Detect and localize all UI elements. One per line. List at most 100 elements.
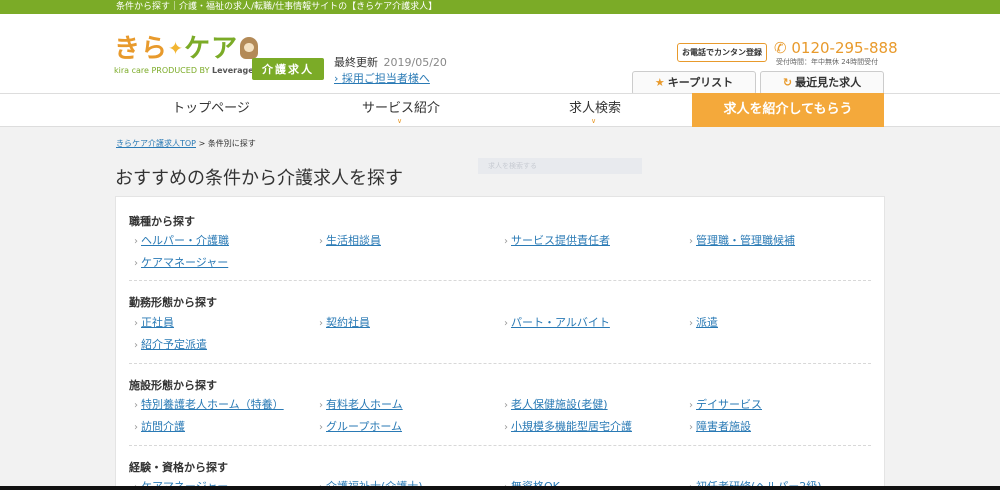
logo-tagline-produced: PRODUCED BY [151,65,210,75]
section-title-qualification: 経験・資格から探す [129,461,228,474]
phone-register-button[interactable]: お電話でカンタン登録 [677,43,767,62]
site-header: きら✦ケア kira care PRODUCED BY Leverages 介護… [0,14,1000,95]
last-updated-label: 最終更新 [334,56,378,69]
logo-wordmark-kira: きら [114,34,169,64]
link-group-home[interactable]: › グループホーム [319,418,402,434]
chevron-right-icon: › [319,422,323,433]
phone-number[interactable]: ✆ 0120-295-888 [774,39,898,57]
section-divider [129,280,871,281]
top-announcement-text: 条件から探す｜介護・福祉の求人/転職/仕事情報サイトの【きらケア介護求人】 [116,2,438,12]
chevron-right-icon: › [504,236,508,247]
link-label: 生活相談員 [326,234,381,247]
breadcrumb-home[interactable]: きらケア介護求人TOP [116,139,196,148]
chevron-right-icon: › [689,318,693,329]
nav-top-page-label: トップページ [172,101,250,116]
phone-hours: 受付時間：年中無休 24時間受付 [776,58,879,66]
link-label: 小規模多機能型居宅介護 [511,420,632,433]
nav-job-search[interactable]: 求人検索 ∨ [500,94,690,126]
top-announcement-bar: 条件から探す｜介護・福祉の求人/転職/仕事情報サイトの【きらケア介護求人】 [0,0,1000,14]
link-home-care[interactable]: › 訪問介護 [134,418,185,434]
logo-tagline: kira care PRODUCED BY Leverages [114,65,258,75]
nav-request-jobs-cta[interactable]: 求人を紹介してもらう [692,93,884,127]
chevron-right-icon: › [689,400,693,411]
link-label: パート・アルバイト [511,316,610,329]
chevron-right-icon: › [319,318,323,329]
link-geriatric-health-facility[interactable]: › 老人保健施設(老健) [504,396,608,412]
link-label: サービス提供責任者 [511,234,610,247]
link-day-service[interactable]: › デイサービス [689,396,762,412]
condition-panel: 職種から探す › ヘルパー・介護職 › 生活相談員 › サービス提供責任者 › 管理職・… [115,196,885,490]
link-label: 契約社員 [326,316,370,329]
chevron-right-icon: › [319,400,323,411]
nav-service-intro[interactable]: サービス紹介 ∨ [306,94,496,126]
link-label: 障害者施設 [696,420,751,433]
section-title-facility: 施設形態から探す [129,379,217,392]
section-divider [129,363,871,364]
nav-top-page[interactable]: トップページ [116,94,306,126]
chevron-right-icon: › [134,400,138,411]
chevron-right-icon: › [319,236,323,247]
link-service-provider-manager[interactable]: › サービス提供責任者 [504,232,610,248]
link-label: デイサービス [696,398,762,411]
link-contract[interactable]: › 契約社員 [319,314,370,330]
keep-list-label: キープリスト [667,76,734,89]
chevron-right-icon: › [134,340,138,351]
link-disability-facility[interactable]: › 障害者施設 [689,418,751,434]
recently-viewed-button[interactable]: ↻ 最近見た求人 [760,71,884,95]
link-label: 管理職・管理職候補 [696,234,795,247]
link-part-time[interactable]: › パート・アルバイト [504,314,610,330]
nav-service-intro-label: サービス紹介 [361,101,440,116]
link-paid-nursing-home[interactable]: › 有料老人ホーム [319,396,403,412]
chevron-right-icon: › [689,236,693,247]
mascot-otter-icon [240,37,259,59]
window-bottom-edge [0,486,1000,490]
chevron-right-icon: › [334,72,342,85]
breadcrumb: きらケア介護求人TOP > 条件別に探す [116,138,256,149]
keep-list-button[interactable]: ★ キープリスト [632,71,756,95]
link-care-manager[interactable]: › ケアマネージャー [134,254,228,270]
logo-tagline-brand: kira care [114,65,149,75]
search-ghost-overlay: 求人を検索する [478,158,642,174]
chevron-right-icon: › [504,422,508,433]
history-icon: ↻ [782,76,793,89]
link-label: 老人保健施設(老健) [511,398,608,411]
link-dispatch[interactable]: › 派遣 [689,314,718,330]
chevron-right-icon: › [134,422,138,433]
link-temp-to-perm[interactable]: › 紹介予定派遣 [134,336,207,352]
link-label: 正社員 [141,316,174,329]
chevron-right-icon: › [504,318,508,329]
breadcrumb-current: 条件別に探す [207,139,256,148]
link-label: 訪問介護 [141,420,185,433]
last-updated: 最終更新 2019/05/20 [334,54,447,70]
section-divider [129,445,871,446]
link-full-time[interactable]: › 正社員 [134,314,174,330]
page-title: おすすめの条件から介護求人を探す [115,168,403,189]
chevron-down-icon: ∨ [591,117,597,125]
chevron-right-icon: › [134,318,138,329]
phone-icon: ✆ [774,39,787,57]
recently-viewed-label: 最近見た求人 [795,76,862,89]
link-label: グループホーム [326,420,403,433]
chevron-right-icon: › [134,236,138,247]
link-small-multifunctional-care[interactable]: › 小規模多機能型居宅介護 [504,418,632,434]
star-icon: ★ [654,76,665,89]
link-label: 特別養護老人ホーム（特養） [141,398,284,411]
link-helper-care-worker[interactable]: › ヘルパー・介護職 [134,232,229,248]
last-updated-date: 2019/05/20 [383,56,447,69]
breadcrumb-separator: > [198,139,206,148]
sparkle-icon: ✦ [168,38,185,60]
link-label: 紹介予定派遣 [141,338,207,351]
nav-job-search-label: 求人検索 [568,101,621,116]
section-title-employment: 勤務形態から探す [129,296,217,309]
link-life-counselor[interactable]: › 生活相談員 [319,232,381,248]
link-management[interactable]: › 管理職・管理職候補 [689,232,795,248]
site-logo[interactable]: きら✦ケア kira care PRODUCED BY Leverages [114,34,259,90]
recruiter-link[interactable]: › 採用ご担当者様へ [334,70,430,86]
logo-wordmark: きら✦ケア [114,34,259,65]
chevron-right-icon: › [504,400,508,411]
main-navigation: トップページ サービス紹介 ∨ 求人検索 ∨ 求人を紹介してもらう [0,93,1000,127]
section-title-occupation: 職種から探す [129,215,195,228]
link-special-nursing-home[interactable]: › 特別養護老人ホーム（特養） [134,396,284,412]
link-label: 派遣 [696,316,718,329]
link-label: ケアマネージャー [141,256,229,269]
